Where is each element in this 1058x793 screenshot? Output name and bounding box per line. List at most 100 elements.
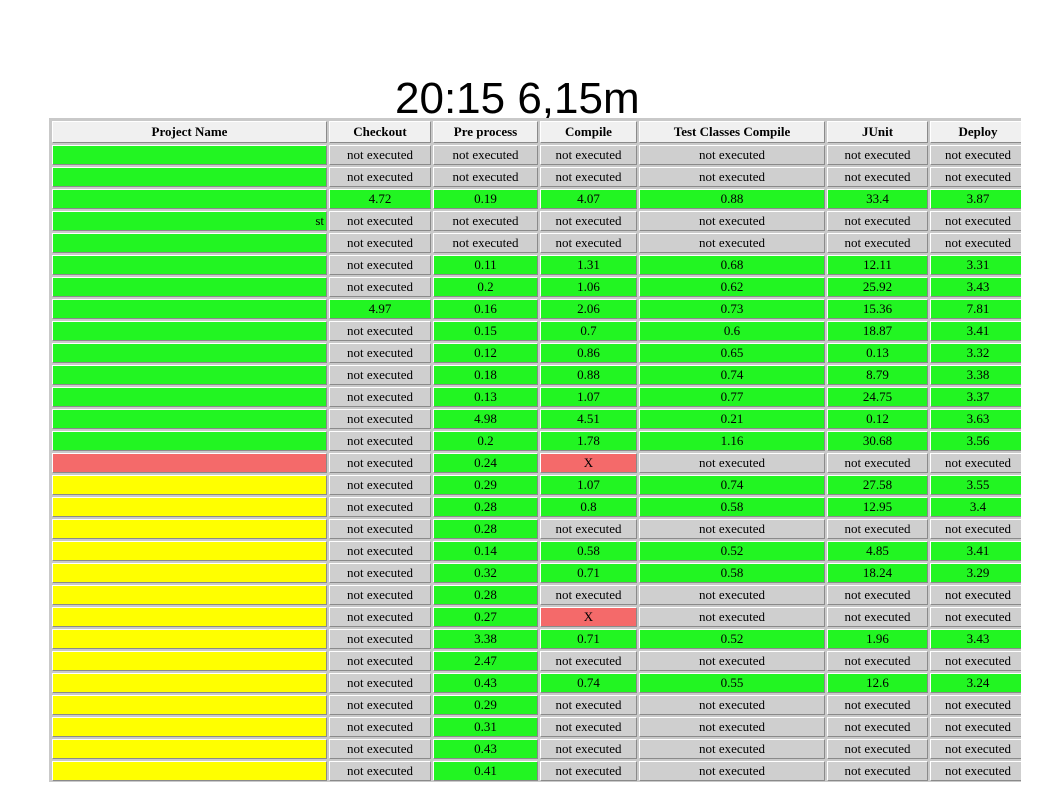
test-classes-compile-cell: 0.74 [639, 365, 825, 385]
junit-cell: not executed [827, 717, 928, 737]
project-name-cell[interactable] [52, 563, 327, 583]
table-row[interactable]: not executed 0.31 not executed not executed… [52, 717, 1021, 737]
table-row[interactable]: not executed 0.43 not executed not executed… [52, 739, 1021, 759]
project-name-cell[interactable] [52, 167, 327, 187]
project-name-cell[interactable] [52, 255, 327, 275]
compile-cell: X [540, 453, 637, 473]
junit-cell: 15.36 [827, 299, 928, 319]
pre-process-cell: 0.16 [433, 299, 538, 319]
table-row[interactable]: not executed 0.28 not executed not executed… [52, 519, 1021, 539]
test-classes-compile-cell: 0.73 [639, 299, 825, 319]
project-name-cell[interactable] [52, 475, 327, 495]
table-row[interactable]: not executed 0.29 1.07 0.74 27.58 3.55 [52, 475, 1021, 495]
project-name-cell[interactable] [52, 761, 327, 781]
pre-process-cell: 0.18 [433, 365, 538, 385]
table-row[interactable]: not executed 0.13 1.07 0.77 24.75 3.37 [52, 387, 1021, 407]
checkout-cell: not executed [329, 717, 431, 737]
project-name-cell[interactable] [52, 431, 327, 451]
deploy-cell: not executed [930, 695, 1021, 715]
project-name-cell[interactable] [52, 277, 327, 297]
table-row[interactable]: not executed 0.27 Xnot executed not execute… [52, 607, 1021, 627]
table-row[interactable]: not executed 4.98 4.51 0.21 0.12 3.63 [52, 409, 1021, 429]
pre-process-cell: 0.32 [433, 563, 538, 583]
project-name-cell[interactable] [52, 541, 327, 561]
deploy-cell: 3.43 [930, 277, 1021, 297]
table-row[interactable]: not executed not executed not executed not … [52, 167, 1021, 187]
project-name-cell[interactable] [52, 673, 327, 693]
checkout-cell: not executed [329, 387, 431, 407]
project-name-cell[interactable] [52, 497, 327, 517]
project-name-cell[interactable] [52, 409, 327, 429]
project-name-cell[interactable] [52, 695, 327, 715]
column-header-compile[interactable]: Compile [540, 121, 637, 143]
table-row[interactable]: not executed 0.12 0.86 0.65 0.13 3.32 [52, 343, 1021, 363]
column-header-project-name[interactable]: Project Name [52, 121, 327, 143]
test-classes-compile-cell: not executed [639, 717, 825, 737]
column-header-test-classes-compile[interactable]: Test Classes Compile [639, 121, 825, 143]
project-name-cell[interactable] [52, 739, 327, 759]
project-name-cell[interactable] [52, 629, 327, 649]
project-name-cell[interactable] [52, 607, 327, 627]
table-row[interactable]: not executed 0.18 0.88 0.74 8.79 3.38 [52, 365, 1021, 385]
table-row[interactable]: 4.97 0.16 2.06 0.73 15.36 7.81 [52, 299, 1021, 319]
column-header-deploy[interactable]: Deploy [930, 121, 1021, 143]
compile-cell: not executed [540, 233, 637, 253]
checkout-cell: not executed [329, 409, 431, 429]
project-name-cell[interactable] [52, 651, 327, 671]
table-row[interactable]: not executed 0.14 0.58 0.52 4.85 3.41 [52, 541, 1021, 561]
column-header-pre-process[interactable]: Pre process [433, 121, 538, 143]
deploy-cell: 3.38 [930, 365, 1021, 385]
pre-process-cell: 0.29 [433, 475, 538, 495]
table-row[interactable]: not executed 0.11 1.31 0.68 12.11 3.31 [52, 255, 1021, 275]
test-classes-compile-cell: not executed [639, 607, 825, 627]
pre-process-cell: not executed [433, 167, 538, 187]
table-row[interactable]: st not executed not executed not executed no… [52, 211, 1021, 231]
pre-process-cell: 0.19 [433, 189, 538, 209]
table-row[interactable]: not executed not executed not executed not … [52, 233, 1021, 253]
project-name-cell[interactable] [52, 343, 327, 363]
deploy-cell: not executed [930, 453, 1021, 473]
table-row[interactable]: 4.72 0.19 4.07 0.88 33.4 3.87 [52, 189, 1021, 209]
test-classes-compile-cell: not executed [639, 651, 825, 671]
table-row[interactable]: not executed 0.43 0.74 0.55 12.6 3.24 [52, 673, 1021, 693]
project-name-cell[interactable] [52, 717, 327, 737]
test-classes-compile-cell: 0.55 [639, 673, 825, 693]
deploy-cell: 3.63 [930, 409, 1021, 429]
project-name-cell[interactable] [52, 145, 327, 165]
table-row[interactable]: not executed 0.2 1.06 0.62 25.92 3.43 [52, 277, 1021, 297]
deploy-cell: 3.56 [930, 431, 1021, 451]
table-row[interactable]: not executed 3.38 0.71 0.52 1.96 3.43 [52, 629, 1021, 649]
project-name-cell[interactable] [52, 321, 327, 341]
project-name-cell[interactable] [52, 299, 327, 319]
table-row[interactable]: not executed 0.28 0.8 0.58 12.95 3.4 [52, 497, 1021, 517]
table-row[interactable]: not executed 2.47 not executed not executed… [52, 651, 1021, 671]
table-row[interactable]: not executed not executed not executed not … [52, 145, 1021, 165]
table-row[interactable]: not executed 0.41 not executed not executed… [52, 761, 1021, 781]
column-header-junit[interactable]: JUnit [827, 121, 928, 143]
table-row[interactable]: not executed 0.28 not executed not executed… [52, 585, 1021, 605]
project-name-cell[interactable] [52, 519, 327, 539]
compile-cell: not executed [540, 585, 637, 605]
project-name-cell[interactable] [52, 453, 327, 473]
table-row[interactable]: not executed 0.15 0.7 0.6 18.87 3.41 [52, 321, 1021, 341]
checkout-cell: not executed [329, 277, 431, 297]
table-row[interactable]: not executed 0.24 Xnot executed not execute… [52, 453, 1021, 473]
table-row[interactable]: not executed 0.32 0.71 0.58 18.24 3.29 [52, 563, 1021, 583]
deploy-cell: 3.31 [930, 255, 1021, 275]
compile-cell: 4.51 [540, 409, 637, 429]
table-row[interactable]: not executed 0.2 1.78 1.16 30.68 3.56 [52, 431, 1021, 451]
junit-cell: 1.96 [827, 629, 928, 649]
project-name-cell[interactable] [52, 387, 327, 407]
project-name-cell[interactable] [52, 365, 327, 385]
checkout-cell: not executed [329, 497, 431, 517]
project-name-cell[interactable] [52, 189, 327, 209]
table-row[interactable]: not executed 0.29 not executed not executed… [52, 695, 1021, 715]
project-name-cell[interactable] [52, 585, 327, 605]
column-header-checkout[interactable]: Checkout [329, 121, 431, 143]
deploy-cell: not executed [930, 585, 1021, 605]
deploy-cell: not executed [930, 145, 1021, 165]
project-name-cell[interactable] [52, 233, 327, 253]
project-name-cell[interactable]: st [52, 211, 327, 231]
junit-cell: 4.85 [827, 541, 928, 561]
pre-process-cell: 2.47 [433, 651, 538, 671]
